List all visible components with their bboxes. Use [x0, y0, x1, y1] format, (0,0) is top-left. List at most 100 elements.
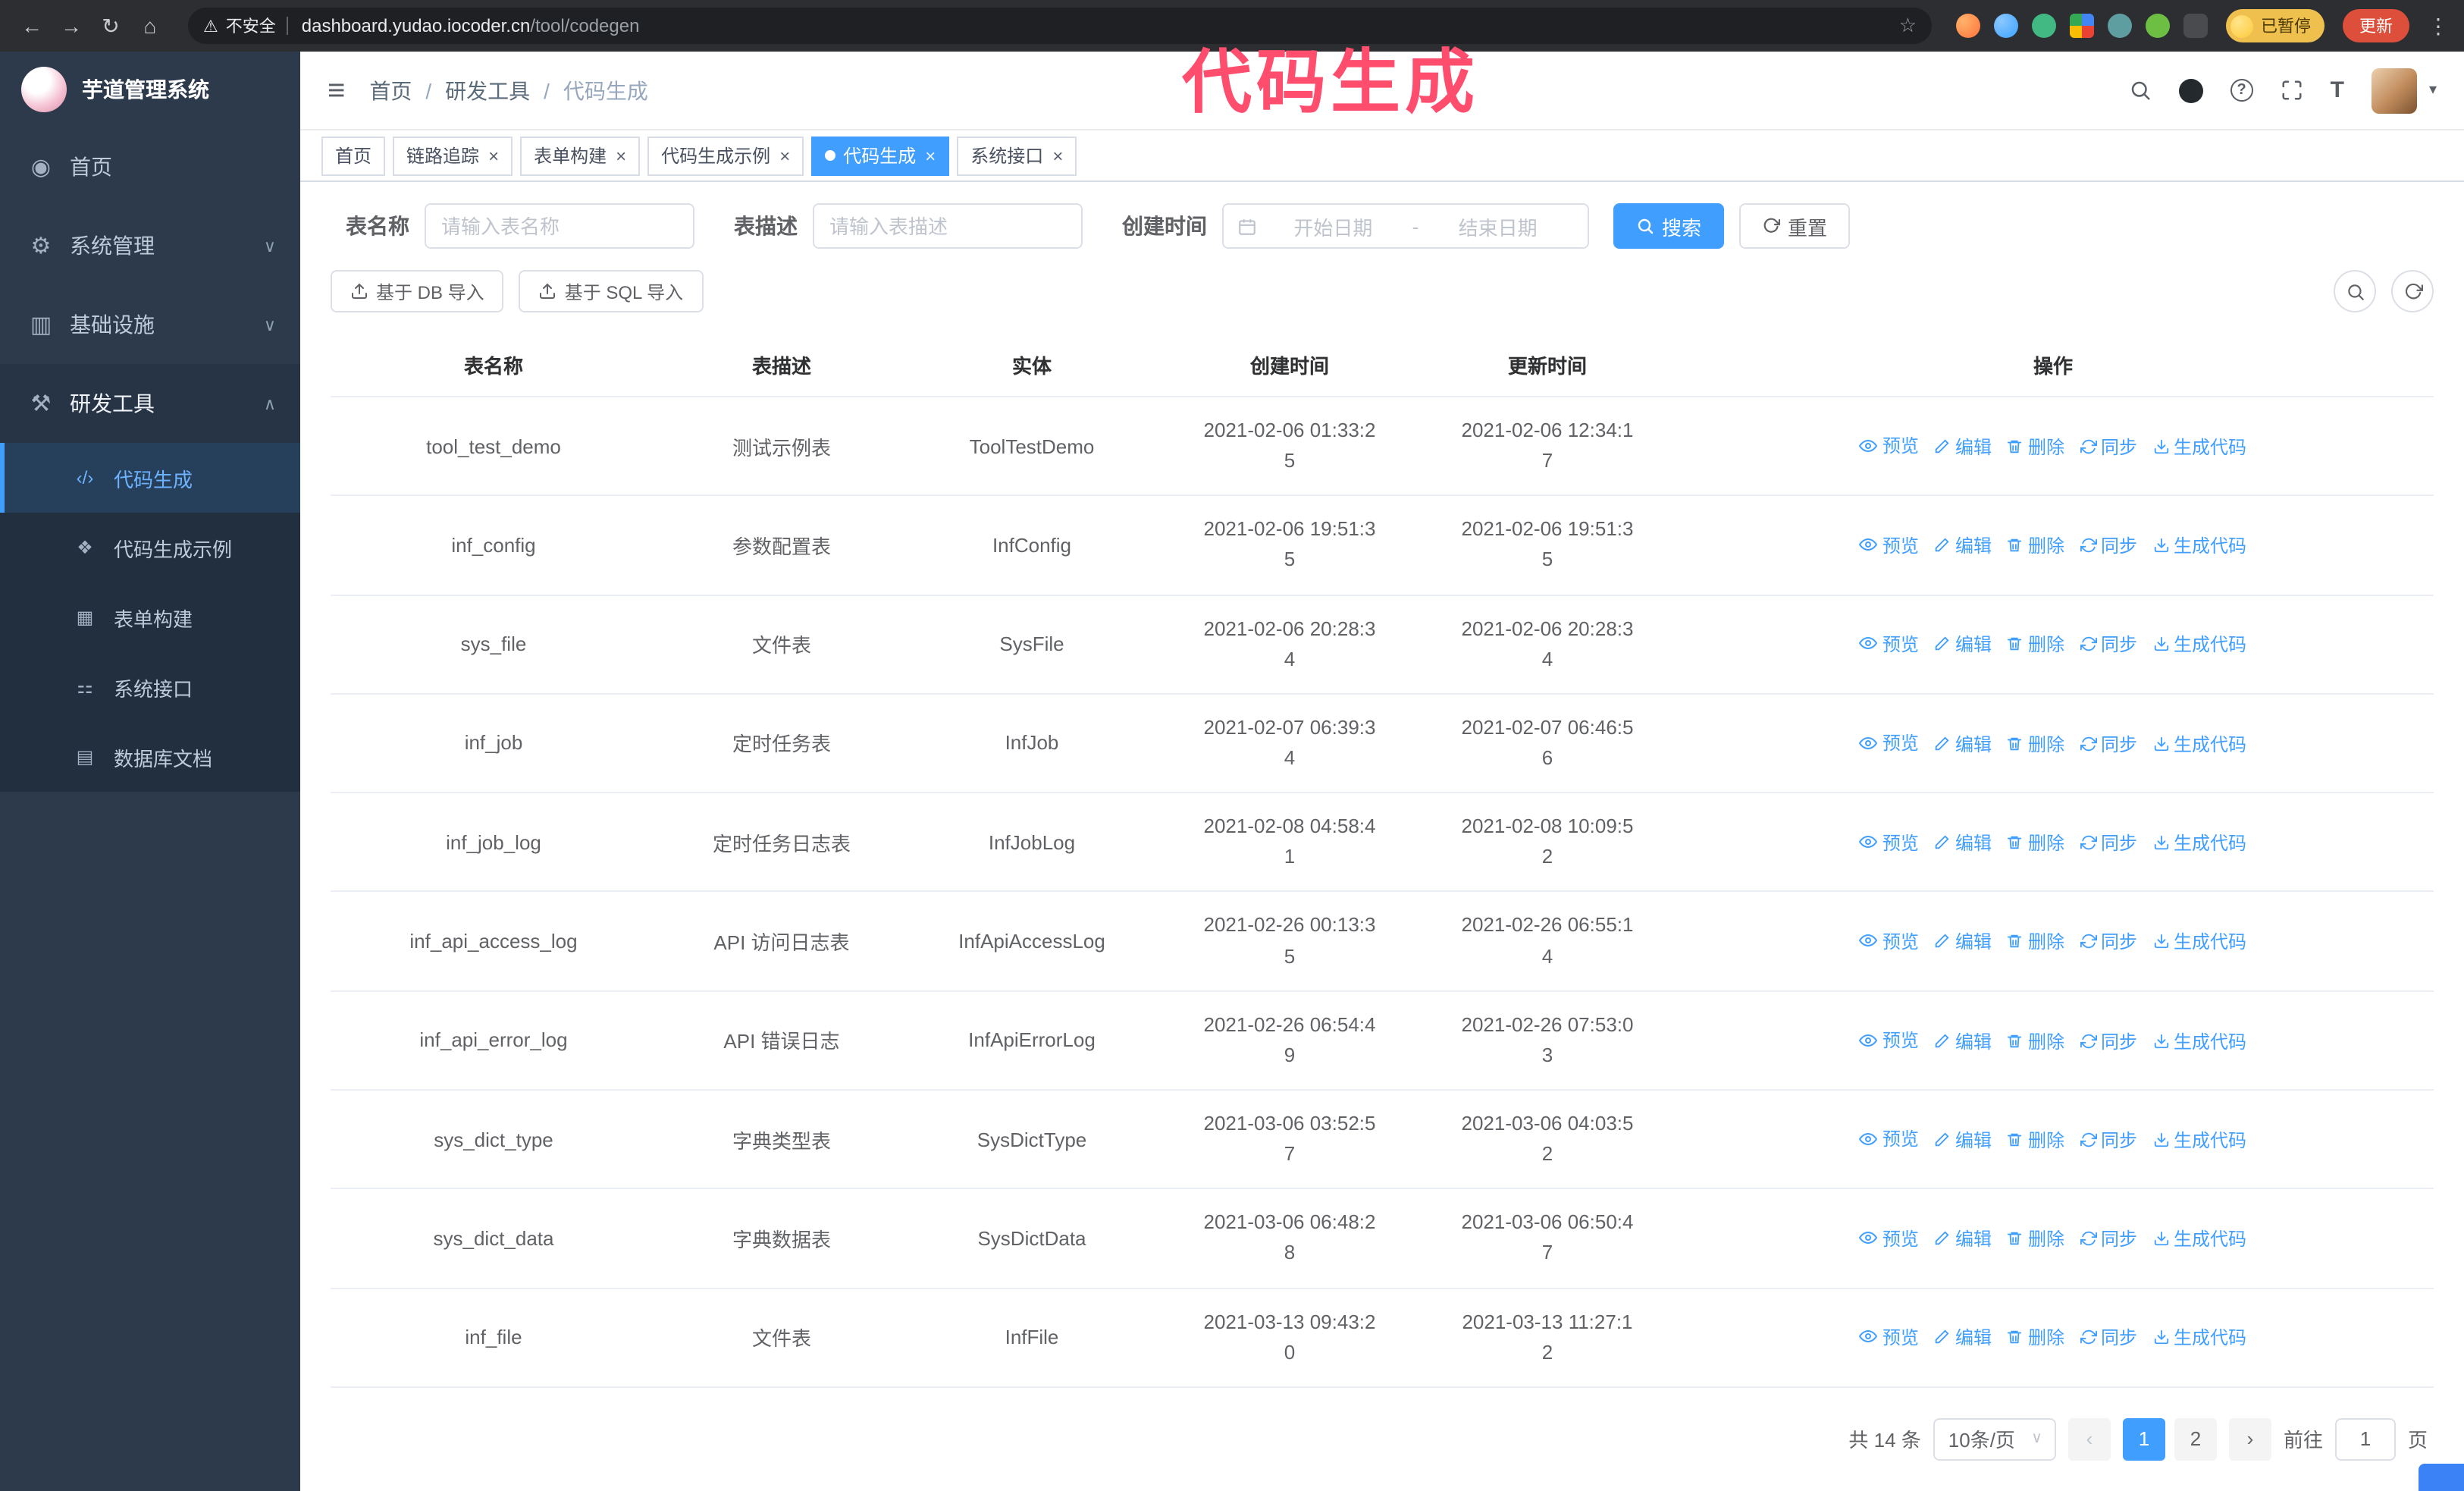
delete-link[interactable]: 删除 [2007, 632, 2064, 658]
extension-vue-devtools-icon[interactable] [2032, 14, 2056, 38]
preview-link[interactable]: 预览 [1859, 433, 1919, 459]
edit-link[interactable]: 编辑 [1934, 730, 1992, 756]
back-icon[interactable]: ← [15, 14, 49, 38]
preview-link[interactable]: 预览 [1859, 631, 1919, 657]
generate-code-link[interactable]: 生成代码 [2152, 1028, 2246, 1053]
close-icon[interactable]: × [779, 145, 790, 166]
preview-link[interactable]: 预览 [1859, 1324, 1919, 1350]
address-bar[interactable]: ⚠ 不安全 dashboard.yudao.iocoder.cn/tool/co… [188, 8, 1932, 44]
page-button-2[interactable]: 2 [2174, 1417, 2217, 1461]
preview-link[interactable]: 预览 [1859, 928, 1919, 954]
next-page-button[interactable]: › [2228, 1417, 2271, 1461]
font-size-icon[interactable]: T [2331, 77, 2344, 103]
tab-1[interactable]: 首页 [321, 136, 386, 175]
generate-code-link[interactable]: 生成代码 [2152, 632, 2246, 658]
date-range-picker[interactable]: 开始日期 - 结束日期 [1222, 203, 1589, 249]
import-sql-button[interactable]: 基于 SQL 导入 [519, 270, 704, 312]
extension-teal-icon[interactable] [2108, 14, 2132, 38]
edit-link[interactable]: 编辑 [1934, 1226, 1992, 1251]
tab-5[interactable]: 代码生成 × [811, 136, 950, 175]
delete-link[interactable]: 删除 [2007, 532, 2064, 558]
edit-link[interactable]: 编辑 [1934, 830, 1992, 855]
forward-icon[interactable]: → [55, 14, 88, 38]
corner-widget[interactable] [2419, 1464, 2464, 1491]
user-avatar[interactable] [2371, 67, 2417, 113]
close-icon[interactable]: × [925, 145, 936, 166]
delete-link[interactable]: 删除 [2007, 1028, 2064, 1053]
reset-button[interactable]: 重置 [1739, 203, 1851, 249]
hamburger-icon[interactable]: ≡ [328, 75, 345, 105]
sidebar-item-2[interactable]: ⚙ 系统管理 ∨ [0, 206, 300, 285]
generate-code-link[interactable]: 生成代码 [2152, 830, 2246, 855]
preview-link[interactable]: 预览 [1859, 1027, 1919, 1053]
generate-code-link[interactable]: 生成代码 [2152, 929, 2246, 955]
extension-fox-icon[interactable] [1956, 14, 1980, 38]
preview-link[interactable]: 预览 [1859, 1225, 1919, 1251]
sync-link[interactable]: 同步 [2080, 830, 2137, 855]
delete-link[interactable]: 删除 [2007, 1325, 2064, 1351]
preview-link[interactable]: 预览 [1859, 1126, 1919, 1152]
browser-menu-icon[interactable]: ⋮ [2428, 13, 2449, 39]
date-start-placeholder[interactable]: 开始日期 [1257, 212, 1409, 240]
date-end-placeholder[interactable]: 结束日期 [1422, 212, 1574, 240]
breadcrumb-item-2[interactable]: 研发工具 [445, 75, 530, 105]
edit-link[interactable]: 编辑 [1934, 532, 1992, 558]
refresh-table-button[interactable] [2391, 270, 2434, 312]
avatar-caret-icon[interactable]: ▾ [2429, 82, 2437, 99]
table-desc-input[interactable] [813, 203, 1083, 249]
sidebar-subitem-2[interactable]: ❖ 代码生成示例 [0, 513, 300, 582]
sync-link[interactable]: 同步 [2080, 1028, 2137, 1053]
sidebar-subitem-5[interactable]: ▤ 数据库文档 [0, 722, 300, 792]
edit-link[interactable]: 编辑 [1934, 632, 1992, 658]
github-icon[interactable] [2178, 78, 2203, 102]
table-name-input[interactable] [425, 203, 694, 249]
import-db-button[interactable]: 基于 DB 导入 [331, 270, 504, 312]
sidebar-subitem-3[interactable]: ▦ 表单构建 [0, 582, 300, 652]
preview-link[interactable]: 预览 [1859, 829, 1919, 855]
generate-code-link[interactable]: 生成代码 [2152, 730, 2246, 756]
generate-code-link[interactable]: 生成代码 [2152, 1226, 2246, 1251]
url-text[interactable]: dashboard.yudao.iocoder.cn/tool/codegen [302, 15, 640, 36]
search-button[interactable]: 搜索 [1613, 203, 1725, 249]
sync-link[interactable]: 同步 [2080, 632, 2137, 658]
breadcrumb-item-1[interactable]: 首页 [369, 75, 412, 105]
extension-leaf-icon[interactable] [2146, 14, 2170, 38]
reload-icon[interactable]: ↻ [94, 13, 127, 39]
search-icon[interactable] [2129, 79, 2152, 102]
search-toggle-button[interactable] [2334, 270, 2376, 312]
generate-code-link[interactable]: 生成代码 [2152, 1325, 2246, 1351]
preview-link[interactable]: 预览 [1859, 730, 1919, 755]
generate-code-link[interactable]: 生成代码 [2152, 532, 2246, 558]
sync-link[interactable]: 同步 [2080, 929, 2137, 955]
generate-code-link[interactable]: 生成代码 [2152, 1127, 2246, 1153]
preview-link[interactable]: 预览 [1859, 532, 1919, 557]
sync-link[interactable]: 同步 [2080, 532, 2137, 558]
help-icon[interactable]: ? [2230, 79, 2253, 102]
home-icon[interactable]: ⌂ [133, 14, 167, 38]
sync-link[interactable]: 同步 [2080, 730, 2137, 756]
generate-code-link[interactable]: 生成代码 [2152, 434, 2246, 460]
sync-link[interactable]: 同步 [2080, 1325, 2137, 1351]
security-label[interactable]: 不安全 [226, 14, 276, 38]
close-icon[interactable]: × [488, 145, 499, 166]
close-icon[interactable]: × [1052, 145, 1063, 166]
sync-link[interactable]: 同步 [2080, 1127, 2137, 1153]
delete-link[interactable]: 删除 [2007, 730, 2064, 756]
sidebar-item-1[interactable]: ◉ 首页 [0, 127, 300, 206]
tab-3[interactable]: 表单构建 × [520, 136, 641, 175]
delete-link[interactable]: 删除 [2007, 434, 2064, 460]
delete-link[interactable]: 删除 [2007, 1127, 2064, 1153]
logo-area[interactable]: 芋道管理系统 [0, 52, 300, 127]
page-button-1[interactable]: 1 [2122, 1417, 2165, 1461]
sidebar-subitem-4[interactable]: ⚏ 系统接口 [0, 652, 300, 722]
update-button[interactable]: 更新 [2343, 9, 2409, 42]
edit-link[interactable]: 编辑 [1934, 1325, 1992, 1351]
sync-link[interactable]: 同步 [2080, 434, 2137, 460]
extension-drop-icon[interactable] [1994, 14, 2018, 38]
page-size-select[interactable]: 10条/页 ∨ [1933, 1417, 2056, 1461]
edit-link[interactable]: 编辑 [1934, 434, 1992, 460]
sync-link[interactable]: 同步 [2080, 1226, 2137, 1251]
extension-grid-icon[interactable] [2070, 14, 2094, 38]
fullscreen-icon[interactable] [2281, 79, 2303, 102]
tab-4[interactable]: 代码生成示例 × [647, 136, 804, 175]
